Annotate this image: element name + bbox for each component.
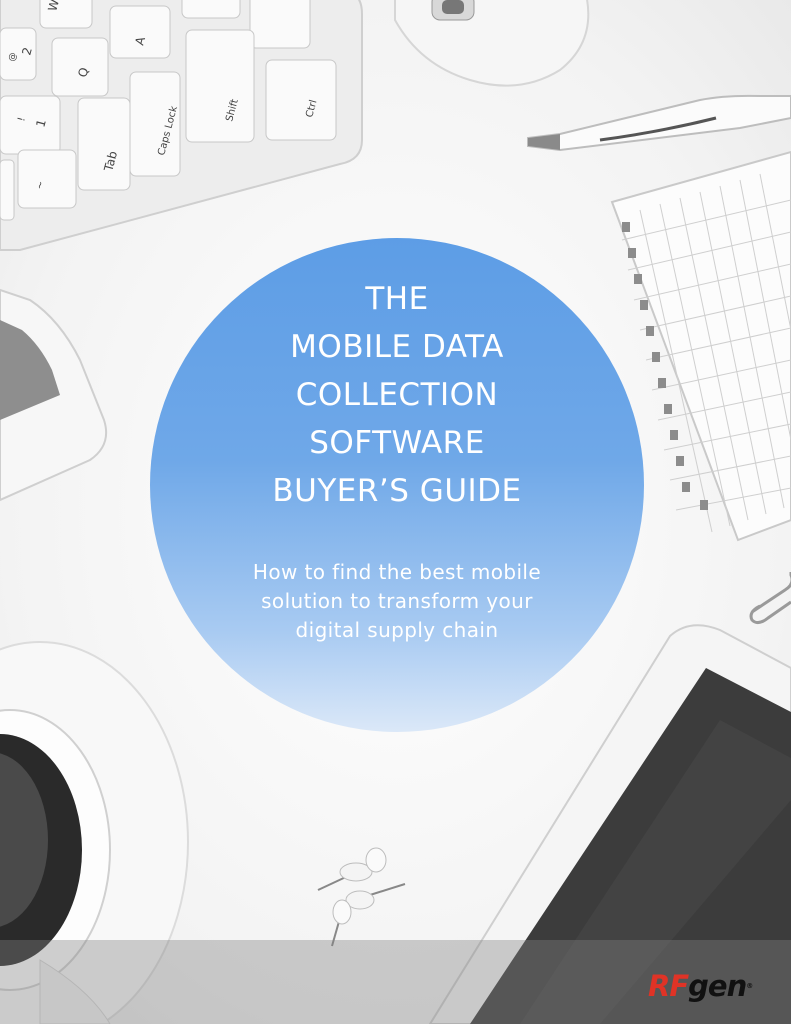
title-line: BUYER’S GUIDE (272, 473, 522, 509)
title-line: COLLECTION (295, 377, 499, 413)
cover-page: W A Q 2 1 Tab Caps Lock Shift Ctrl @ ! ~ (0, 0, 791, 1024)
smartphone (0, 288, 108, 502)
title-line: THE (365, 281, 429, 317)
push-pins (317, 847, 406, 947)
guide-title: THE MOBILE DATA COLLECTION SOFTWARE BUYE… (150, 275, 644, 515)
subtitle-line: digital supply chain (295, 618, 499, 642)
subtitle-line: solution to transform your (261, 589, 533, 613)
mouse (394, 0, 590, 87)
rfgen-logo: RFgen® (648, 966, 753, 1006)
logo-rf: RF (648, 969, 689, 1003)
subtitle-line: How to find the best mobile (252, 560, 542, 584)
paperclip (749, 572, 791, 625)
logo-gen: gen (688, 969, 747, 1003)
logo-trademark: ® (746, 982, 753, 990)
title-line: SOFTWARE (309, 425, 485, 461)
keyboard (0, 0, 363, 251)
guide-subtitle: How to find the best mobile solution to … (150, 558, 644, 645)
pen (527, 94, 791, 152)
title-line: MOBILE DATA (290, 329, 504, 365)
